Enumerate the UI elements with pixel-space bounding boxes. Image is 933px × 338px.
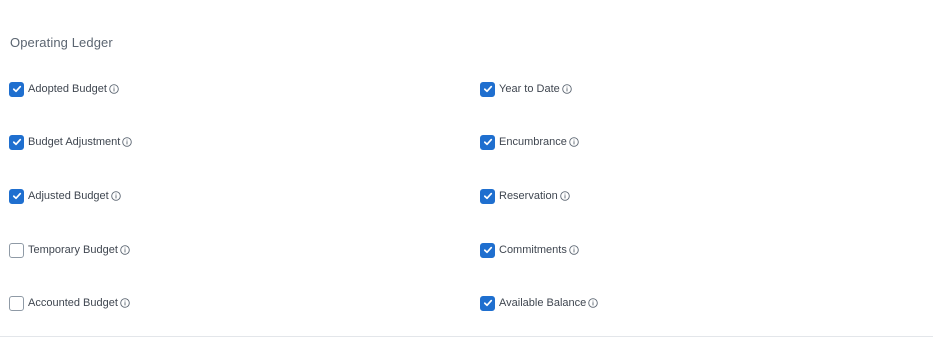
check-icon	[483, 246, 492, 254]
option-label: Encumbrance	[499, 136, 567, 148]
option-adjusted-budget[interactable]: Adjusted Budget	[9, 187, 121, 205]
info-circle-icon[interactable]	[588, 298, 599, 308]
info-circle-icon[interactable]	[561, 84, 572, 94]
option-adopted-budget[interactable]: Adopted Budget	[9, 80, 119, 98]
checkbox-reservation[interactable]	[480, 188, 495, 204]
option-budget-adjustment[interactable]: Budget Adjustment	[9, 133, 133, 151]
info-circle-icon[interactable]	[569, 137, 579, 147]
option-available-balance[interactable]: Available Balance	[480, 294, 599, 312]
info-circle-icon[interactable]	[110, 191, 121, 201]
info-circle-icon[interactable]	[559, 191, 570, 201]
option-label: Adopted Budget	[28, 83, 107, 95]
info-circle-icon[interactable]	[109, 84, 119, 94]
checkbox-year-to-date[interactable]	[480, 81, 495, 97]
check-icon	[483, 299, 492, 307]
option-label: Accounted Budget	[28, 297, 118, 309]
check-icon	[12, 192, 21, 200]
section-title: Operating Ledger	[10, 35, 113, 50]
option-accounted-budget[interactable]: Accounted Budget	[9, 294, 130, 312]
check-icon	[483, 192, 492, 200]
option-label: Available Balance	[499, 297, 587, 309]
option-reservation[interactable]: Reservation	[480, 187, 570, 205]
option-label: Reservation	[499, 190, 558, 202]
option-label: Adjusted Budget	[28, 190, 109, 202]
check-icon	[12, 85, 21, 93]
section-divider	[0, 336, 933, 337]
checkbox-adopted-budget[interactable]	[9, 81, 24, 97]
option-encumbrance[interactable]: Encumbrance	[480, 133, 579, 151]
check-icon	[483, 85, 492, 93]
option-label: Year to Date	[499, 83, 560, 95]
option-label: Commitments	[499, 244, 567, 256]
option-temporary-budget[interactable]: Temporary Budget	[9, 241, 130, 259]
option-label: Budget Adjustment	[28, 136, 121, 148]
info-circle-icon[interactable]	[122, 137, 133, 147]
info-circle-icon[interactable]	[120, 298, 130, 308]
checkbox-commitments[interactable]	[480, 242, 495, 258]
check-icon	[12, 138, 21, 146]
checkbox-accounted-budget[interactable]	[9, 295, 24, 311]
info-circle-icon[interactable]	[120, 245, 130, 255]
option-label: Temporary Budget	[28, 244, 118, 256]
checkbox-available-balance[interactable]	[480, 295, 495, 311]
option-year-to-date[interactable]: Year to Date	[480, 80, 572, 98]
checkbox-temporary-budget[interactable]	[9, 242, 24, 258]
check-icon	[483, 138, 492, 146]
option-commitments[interactable]: Commitments	[480, 241, 579, 259]
info-circle-icon[interactable]	[569, 245, 579, 255]
checkbox-encumbrance[interactable]	[480, 134, 495, 150]
checkbox-adjusted-budget[interactable]	[9, 188, 24, 204]
checkbox-budget-adjustment[interactable]	[9, 134, 24, 150]
